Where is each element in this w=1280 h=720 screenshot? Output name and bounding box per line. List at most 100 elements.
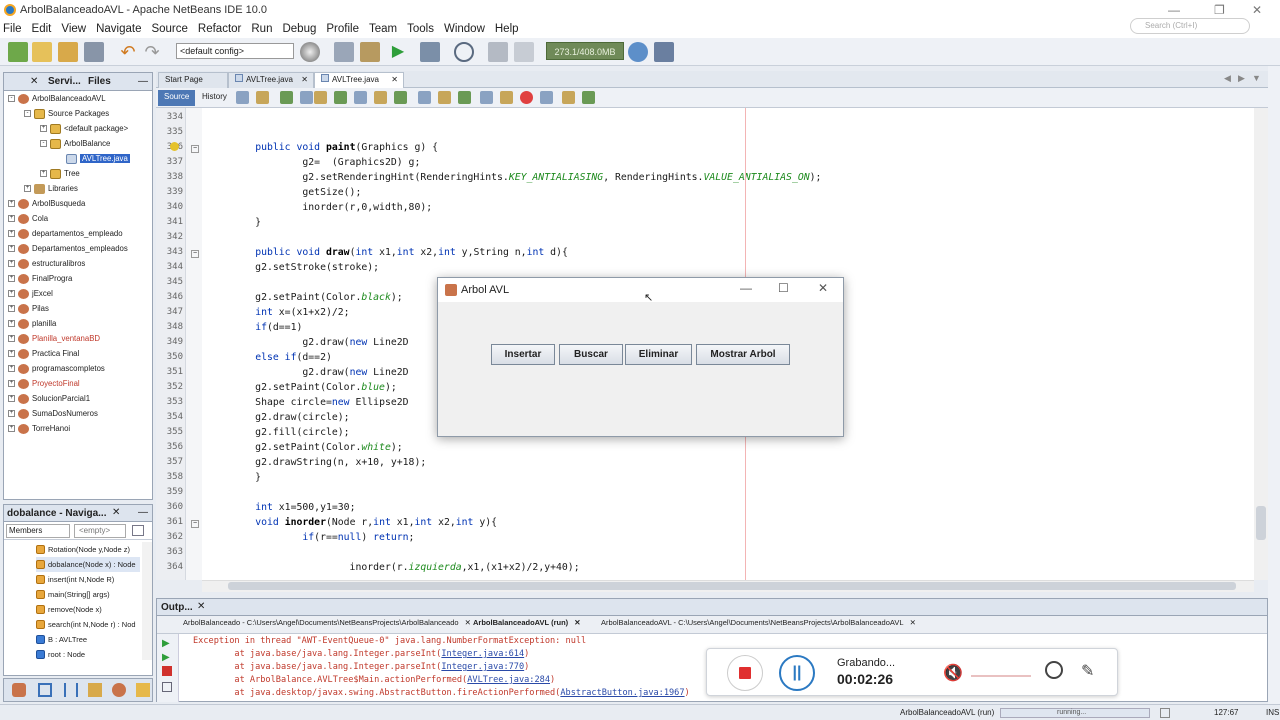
build-hammer-icon[interactable] (334, 42, 354, 62)
expand-icon[interactable]: + (8, 305, 15, 312)
tree-item[interactable]: + SumaDosNumeros (8, 406, 98, 421)
apply-changes-icon[interactable] (488, 42, 508, 62)
open-project-icon[interactable] (58, 42, 78, 62)
close-icon[interactable]: ✕ (1252, 3, 1262, 17)
filter-options-icon[interactable] (132, 525, 144, 536)
pause-icon[interactable] (514, 42, 534, 62)
tree-item[interactable]: + estructuralibros (8, 256, 85, 271)
tree-item[interactable]: + Cola (8, 211, 48, 226)
folder-icon[interactable] (136, 683, 150, 697)
tab-services[interactable]: Servi... (48, 76, 81, 87)
scroll-tabs-right-icon[interactable]: ▶ (1238, 73, 1245, 84)
history-button[interactable]: History (196, 90, 233, 106)
tree-item[interactable]: + Pilas (8, 301, 49, 316)
member-item[interactable]: root : Node (36, 647, 85, 662)
dropdown-icon[interactable] (256, 91, 269, 104)
close-tab-icon[interactable]: ✕ (463, 618, 471, 627)
debug-icon[interactable] (420, 42, 440, 62)
vertical-scroll-thumb[interactable] (1256, 506, 1266, 540)
tree-item[interactable]: + Libraries (24, 181, 78, 196)
filter-select[interactable]: <empty> (74, 524, 126, 538)
tree-item[interactable]: + TorreHanoi (8, 421, 70, 436)
label-icon[interactable] (64, 683, 78, 697)
dropdown-icon[interactable] (300, 91, 313, 104)
minimize-navigator-icon[interactable]: — (138, 507, 148, 518)
collapse-icon[interactable]: - (24, 110, 31, 117)
gc-icon[interactable] (628, 42, 648, 62)
expand-icon[interactable]: + (8, 425, 15, 432)
member-item[interactable]: search(int N,Node r) : Nod (36, 617, 136, 632)
expand-icon[interactable]: + (8, 290, 15, 297)
tree-item[interactable]: + ArbolBusqueda (8, 196, 85, 211)
menu-window[interactable]: Window (444, 23, 485, 35)
menu-profile[interactable]: Profile (326, 23, 359, 35)
find-icon[interactable] (314, 91, 327, 104)
close-tab-icon[interactable]: ✕ (30, 76, 38, 87)
minimize-icon[interactable]: — (1168, 3, 1180, 17)
clean-build-icon[interactable] (360, 42, 380, 62)
tree-item[interactable]: - ArbolBalanceadoAVL (8, 91, 106, 106)
dialog-close-icon[interactable]: ✕ (818, 281, 828, 295)
undo-icon[interactable]: ↶ (118, 42, 138, 62)
find-prev-icon[interactable] (334, 91, 347, 104)
expand-icon[interactable]: + (8, 245, 15, 252)
menu-navigate[interactable]: Navigate (96, 23, 141, 35)
tab-files[interactable]: Files (88, 76, 111, 87)
expand-icon[interactable]: + (8, 200, 15, 207)
shift-right-icon[interactable] (438, 91, 451, 104)
fold-toggle-icon[interactable]: − (191, 520, 199, 528)
palette-icon[interactable] (12, 683, 26, 697)
insertar-button[interactable]: Insertar (491, 344, 555, 365)
mostrar-arbol-button[interactable]: Mostrar Arbol (696, 344, 790, 365)
config-select[interactable]: <default config> (176, 43, 294, 59)
expand-icon[interactable]: + (8, 395, 15, 402)
new-project-icon[interactable] (8, 42, 28, 62)
expand-icon[interactable]: + (8, 380, 15, 387)
output-tab[interactable]: ArbolBalanceadoAVL - C:\Users\Angel\Docu… (601, 618, 916, 627)
collapse-icon[interactable]: - (8, 95, 15, 102)
stack-trace-link[interactable]: Integer.java:770 (441, 662, 524, 672)
tree-item[interactable]: - ArbolBalance (40, 136, 110, 151)
tree-item[interactable]: + departamentos_empleado (8, 226, 123, 241)
menu-debug[interactable]: Debug (282, 23, 316, 35)
expand-icon[interactable]: + (8, 410, 15, 417)
tree-item[interactable]: + programascompletos (8, 361, 105, 376)
find-next-icon[interactable] (354, 91, 367, 104)
tree-item[interactable]: + Departamentos_empleados (8, 241, 128, 256)
member-item[interactable]: Rotation(Node y,Node z) (36, 542, 130, 557)
menu-help[interactable]: Help (495, 23, 519, 35)
maximize-icon[interactable]: ❐ (1214, 3, 1225, 17)
stack-trace-link[interactable]: AVLTree.java:284 (467, 675, 550, 685)
volume-slider[interactable] (971, 675, 1031, 677)
eliminar-button[interactable]: Eliminar (625, 344, 692, 365)
output-tab[interactable]: ArbolBalanceado - C:\Users\Angel\Documen… (183, 618, 471, 627)
tree-item[interactable]: AVLTree.java (56, 151, 130, 166)
stop-macro-icon[interactable] (540, 91, 553, 104)
menu-team[interactable]: Team (369, 23, 397, 35)
tab-avltree-2[interactable]: AVLTree.java ✕ (314, 72, 404, 88)
tree-item[interactable]: + jExcel (8, 286, 53, 301)
expand-icon[interactable]: + (24, 185, 31, 192)
new-file-icon[interactable] (32, 42, 52, 62)
source-button[interactable]: Source (158, 90, 196, 106)
memory-indicator[interactable]: 273.1/408.0MB (546, 42, 624, 60)
close-tab-icon[interactable]: ✕ (908, 618, 916, 627)
record-macro-icon[interactable] (520, 91, 533, 104)
stop-icon[interactable] (162, 666, 172, 676)
redo-icon[interactable]: ↷ (142, 42, 162, 62)
back-icon[interactable] (236, 91, 249, 104)
expand-icon[interactable]: + (40, 125, 47, 132)
expand-icon[interactable]: + (8, 365, 15, 372)
search-input[interactable]: Search (Ctrl+I) (1130, 18, 1250, 34)
close-output-icon[interactable]: ✕ (197, 601, 205, 612)
menu-tools[interactable]: Tools (407, 23, 434, 35)
tree-item[interactable]: + SolucionParcial1 (8, 391, 90, 406)
expand-icon[interactable]: + (40, 170, 47, 177)
bookmark-icon[interactable] (458, 91, 471, 104)
member-item[interactable]: remove(Node x) (36, 602, 102, 617)
tab-avltree-1[interactable]: AVLTree.java ✕ (228, 72, 314, 88)
output-tab[interactable]: ArbolBalanceadoAVL (run) ✕ (473, 618, 581, 627)
tree-item[interactable]: + planilla (8, 316, 56, 331)
scroll-tabs-left-icon[interactable]: ◀ (1224, 73, 1231, 84)
close-tab-icon[interactable]: ✕ (391, 75, 398, 84)
